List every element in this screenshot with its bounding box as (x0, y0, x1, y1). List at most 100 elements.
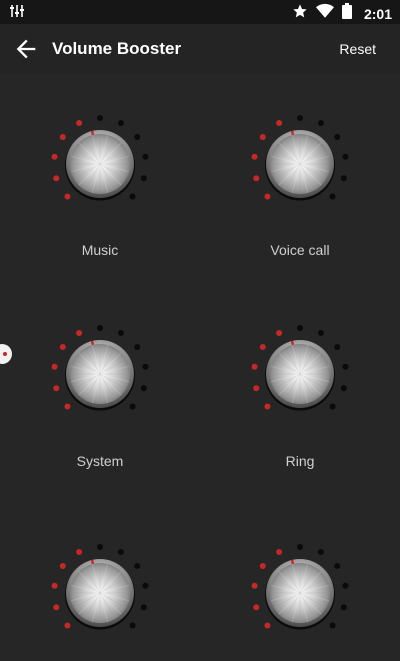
level-dot (134, 133, 141, 140)
level-dot (297, 544, 303, 550)
level-dot (142, 363, 149, 370)
level-dot (276, 120, 283, 127)
volume-knob[interactable] (50, 114, 150, 214)
knob-label: System (76, 453, 124, 469)
level-dot (264, 622, 271, 629)
level-dot (129, 193, 136, 200)
level-dot (276, 549, 283, 556)
level-dot (129, 622, 136, 629)
level-dot (140, 385, 147, 392)
level-dot (340, 604, 347, 611)
level-dot (264, 403, 271, 410)
level-dot (53, 175, 60, 182)
level-dot (142, 582, 149, 589)
back-button[interactable] (12, 35, 40, 63)
equalizer-icon (10, 4, 24, 23)
level-dot (140, 604, 147, 611)
level-dot (317, 549, 324, 556)
level-dot (297, 115, 303, 121)
level-dot (59, 343, 66, 350)
level-dot (329, 622, 336, 629)
level-dot (259, 133, 266, 140)
knob-grid: Music Voice call System Ring (0, 74, 400, 661)
knob-voice-call[interactable] (250, 114, 350, 214)
level-dot (251, 582, 258, 589)
level-dot (53, 385, 60, 392)
volume-knob[interactable] (250, 114, 350, 214)
volume-knob[interactable] (250, 324, 350, 424)
level-dot (64, 403, 71, 410)
level-dot (51, 153, 58, 160)
level-dot (51, 582, 58, 589)
level-dot (253, 175, 260, 182)
level-dot (142, 153, 149, 160)
level-dot (253, 385, 260, 392)
knob-pointer (290, 340, 295, 346)
volume-knob[interactable] (50, 543, 150, 643)
level-dot (340, 385, 347, 392)
level-dot (76, 330, 83, 337)
level-dot (342, 363, 349, 370)
level-dot (64, 193, 71, 200)
level-dot (342, 153, 349, 160)
knob-label: Ring (285, 453, 315, 469)
level-dot (329, 403, 336, 410)
level-dot (340, 175, 347, 182)
status-bar: 2:01 (0, 0, 400, 24)
level-dot (317, 120, 324, 127)
volume-knob[interactable] (50, 324, 150, 424)
level-dot (334, 562, 341, 569)
level-dot (134, 343, 141, 350)
level-dot (117, 120, 124, 127)
level-dot (53, 604, 60, 611)
knob-pointer (290, 130, 295, 136)
knob-extra-1[interactable] (50, 543, 150, 643)
knob-ring[interactable] (250, 324, 350, 424)
level-dot (140, 175, 147, 182)
level-dot (59, 562, 66, 569)
app-bar: Volume Booster Reset (0, 24, 400, 74)
knob-pointer (90, 130, 95, 136)
level-dot (97, 115, 103, 121)
knob-pointer (90, 340, 95, 346)
level-dot (97, 544, 103, 550)
level-dot (334, 133, 341, 140)
level-dot (259, 343, 266, 350)
arrow-back-icon (16, 39, 36, 59)
level-dot (129, 403, 136, 410)
level-dot (117, 549, 124, 556)
page-title: Volume Booster (52, 39, 182, 58)
wifi-icon (315, 3, 334, 24)
level-dot (317, 330, 324, 337)
level-dot (276, 330, 283, 337)
reset-button[interactable]: Reset (339, 41, 376, 57)
level-dot (297, 325, 303, 331)
level-dot (134, 562, 141, 569)
level-dot (334, 343, 341, 350)
level-dot (76, 120, 83, 127)
level-dot (342, 582, 349, 589)
level-dot (117, 330, 124, 337)
level-dot (64, 622, 71, 629)
knob-music[interactable] (50, 114, 150, 214)
knob-pointer (290, 559, 295, 565)
knob-system[interactable] (50, 324, 150, 424)
knob-label: Music (81, 242, 119, 258)
level-dot (253, 604, 260, 611)
level-dot (59, 133, 66, 140)
level-dot (329, 193, 336, 200)
level-dot (251, 363, 258, 370)
knob-label: Voice call (270, 242, 330, 258)
clock-time: 2:01 (363, 5, 392, 22)
level-dot (251, 153, 258, 160)
volume-knob[interactable] (250, 543, 350, 643)
level-dot (76, 549, 83, 556)
star-icon (292, 3, 308, 24)
level-dot (259, 562, 266, 569)
handle-dot (3, 352, 7, 356)
battery-icon (341, 3, 352, 24)
level-dot (97, 325, 103, 331)
knob-pointer (90, 559, 95, 565)
level-dot (51, 363, 58, 370)
knob-extra-2[interactable] (250, 543, 350, 643)
